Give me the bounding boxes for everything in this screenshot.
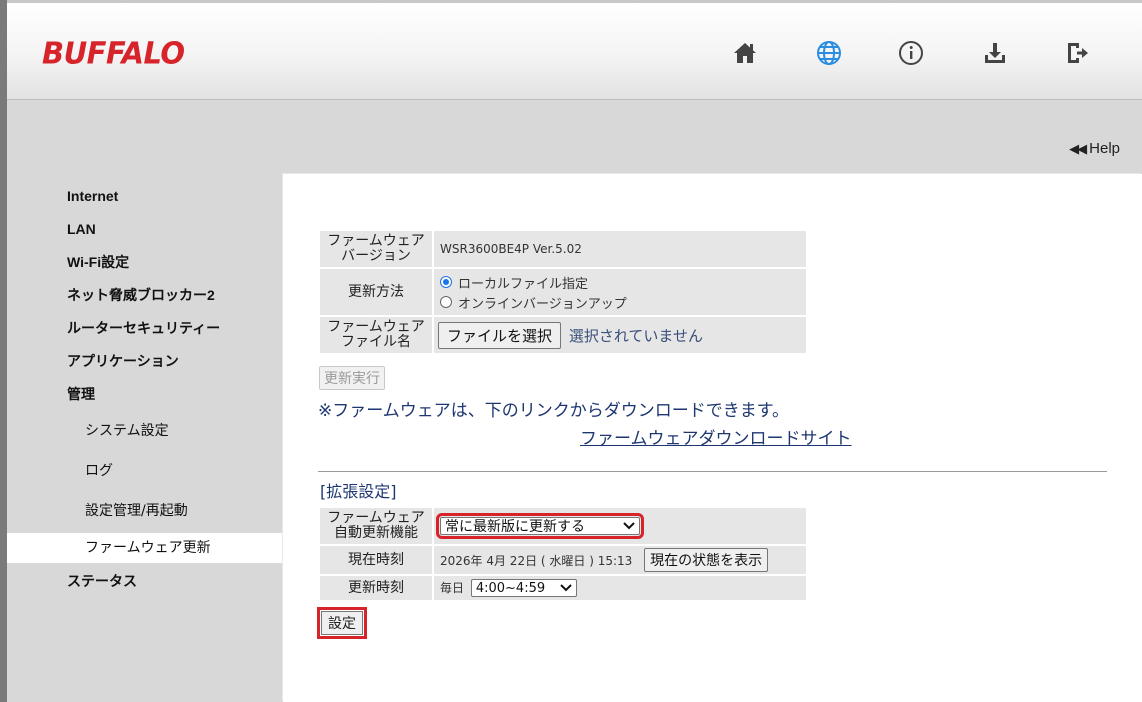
no-file-selected-text: 選択されていません <box>568 326 703 345</box>
auto-update-field: 常に最新版に更新する <box>434 508 806 544</box>
firmware-update-table: ファームウェア バージョン WSR3600BE4P Ver.5.02 更新方法 ロ… <box>318 229 808 355</box>
current-time-label: 現在時刻 <box>320 546 432 574</box>
main-panel: ファームウェア バージョン WSR3600BE4P Ver.5.02 更新方法 ロ… <box>283 174 1142 702</box>
radio-online-update[interactable]: オンラインバージョンアップ <box>440 292 800 312</box>
sidebar-item-status[interactable]: ステータス <box>7 565 283 598</box>
firmware-download-link[interactable]: ファームウェアダウンロードサイト <box>580 424 852 449</box>
advanced-settings-table: ファームウェア 自動更新機能 常に最新版に更新する 現在時刻 2026年 4月 2… <box>318 506 808 602</box>
chevron-down-icon <box>623 522 635 530</box>
header-bar: BUFFALO <box>7 0 1142 100</box>
download-icon[interactable] <box>977 35 1013 71</box>
window-frame-left <box>0 0 7 702</box>
firmware-file-label: ファームウェア ファイル名 <box>320 317 432 353</box>
sidebar-subitem-system[interactable]: システム設定 <box>7 411 283 451</box>
radio-local-file[interactable]: ローカルファイル指定 <box>440 272 800 292</box>
info-icon[interactable] <box>893 35 929 71</box>
chevron-down-icon <box>560 584 572 592</box>
sidebar-item-internet[interactable]: Internet <box>7 180 283 213</box>
sidebar-subitem-config-restart[interactable]: 設定管理/再起動 <box>7 491 283 531</box>
show-status-button[interactable]: 現在の状態を表示 <box>644 548 769 572</box>
current-time-field: 2026年 4月 22日 ( 水曜日 ) 15:13 現在の状態を表示 <box>434 546 806 574</box>
back-arrows-icon: ◀◀ <box>1069 140 1087 156</box>
help-label: Help <box>1089 140 1120 157</box>
advanced-settings-title: [拡張設定] <box>320 482 397 501</box>
execute-update-button[interactable]: 更新実行 <box>319 366 385 390</box>
current-time-value: 2026年 4月 22日 ( 水曜日 ) 15:13 <box>440 554 633 568</box>
sidebar-item-application[interactable]: アプリケーション <box>7 345 283 378</box>
sidebar-subitem-firmware-update[interactable]: ファームウェア更新 <box>7 533 283 563</box>
home-icon[interactable] <box>727 35 763 71</box>
update-time-field: 毎日 4:00~4:59 <box>434 576 806 600</box>
sidebar-subitem-log[interactable]: ログ <box>7 451 283 491</box>
sidebar-item-lan[interactable]: LAN <box>7 213 283 246</box>
sidebar-item-net-blocker[interactable]: ネット脅威ブロッカー2 <box>7 279 283 312</box>
choose-file-button[interactable]: ファイルを選択 <box>438 321 562 349</box>
auto-update-select[interactable]: 常に最新版に更新する <box>436 513 644 539</box>
globe-icon[interactable] <box>811 35 847 71</box>
sidebar-nav: Internet LAN Wi-Fi設定 ネット脅威ブロッカー2 ルーターセキュ… <box>7 180 283 598</box>
help-link[interactable]: ◀◀ Help <box>1069 140 1120 157</box>
firmware-version-value: WSR3600BE4P Ver.5.02 <box>434 231 806 267</box>
update-time-select[interactable]: 4:00~4:59 <box>470 579 577 598</box>
update-method-label: 更新方法 <box>320 269 432 315</box>
update-time-label: 更新時刻 <box>320 576 432 600</box>
buffalo-logo: BUFFALO <box>42 35 185 71</box>
logout-icon[interactable] <box>1059 35 1095 71</box>
firmware-version-label: ファームウェア バージョン <box>320 231 432 267</box>
auto-update-label: ファームウェア 自動更新機能 <box>320 508 432 544</box>
radio-local-file-indicator[interactable] <box>440 276 452 288</box>
every-day-label: 毎日 <box>440 580 465 595</box>
sidebar-item-wifi[interactable]: Wi-Fi設定 <box>7 246 283 279</box>
sidebar-item-router-security[interactable]: ルーターセキュリティー <box>7 312 283 345</box>
update-method-options: ローカルファイル指定 オンラインバージョンアップ <box>434 269 806 315</box>
sidebar-item-admin[interactable]: 管理 <box>7 378 283 411</box>
firmware-file-field: ファイルを選択 選択されていません <box>434 317 806 353</box>
apply-settings-button[interactable]: 設定 <box>317 607 367 639</box>
section-divider <box>318 471 1107 472</box>
download-note: ※ファームウェアは、下のリンクからダウンロードできます。 <box>318 401 790 421</box>
radio-online-update-indicator[interactable] <box>440 296 452 308</box>
